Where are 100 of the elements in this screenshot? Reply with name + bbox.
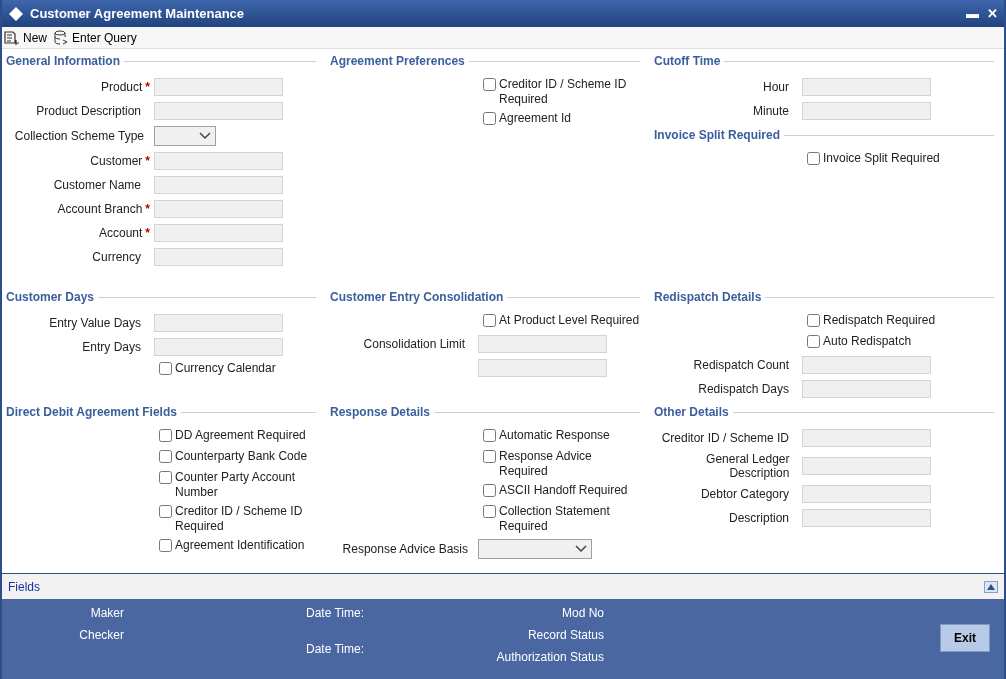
text-field[interactable] bbox=[802, 356, 931, 374]
field-label: Consolidation Limit bbox=[363, 337, 465, 351]
minimize-button[interactable]: ▬ bbox=[966, 7, 979, 20]
field-label: Minute bbox=[752, 104, 789, 118]
field-label: Response Advice Basis bbox=[342, 542, 468, 556]
checkbox[interactable] bbox=[807, 335, 820, 348]
required-asterisk: * bbox=[145, 225, 150, 242]
checkbox[interactable] bbox=[483, 450, 496, 463]
text-field[interactable] bbox=[802, 509, 931, 527]
checkbox[interactable] bbox=[807, 152, 820, 165]
text-field[interactable] bbox=[478, 335, 607, 353]
section-title: General Information bbox=[6, 53, 121, 70]
new-document-icon bbox=[4, 30, 20, 45]
checkbox[interactable] bbox=[159, 429, 172, 442]
section-title: Customer Days bbox=[6, 289, 95, 306]
text-field[interactable] bbox=[154, 102, 283, 120]
dropdown-field[interactable] bbox=[154, 126, 216, 146]
audit-label: Date Time: bbox=[305, 605, 364, 622]
checkbox[interactable] bbox=[159, 362, 172, 375]
text-field[interactable] bbox=[802, 485, 931, 503]
section-title: Customer Entry Consolidation bbox=[330, 289, 504, 306]
required-asterisk: * bbox=[145, 79, 150, 96]
section-title: Cutoff Time bbox=[654, 53, 721, 70]
checkbox-label: Agreement Id bbox=[499, 111, 573, 126]
checkbox[interactable] bbox=[159, 505, 172, 518]
field-label: Entry Days bbox=[82, 340, 141, 354]
field-label: Product Description bbox=[36, 104, 141, 118]
checkbox[interactable] bbox=[159, 539, 172, 552]
required-asterisk: * bbox=[145, 201, 150, 218]
checkbox-label: Automatic Response bbox=[499, 428, 611, 443]
audit-label: Authorization Status bbox=[496, 649, 604, 666]
field-label: General Ledger Description bbox=[705, 452, 790, 480]
field-label: Redispatch Count bbox=[693, 358, 789, 372]
text-field[interactable] bbox=[154, 176, 283, 194]
text-field[interactable] bbox=[154, 200, 283, 218]
collapse-arrow-icon[interactable] bbox=[984, 580, 998, 593]
checkbox[interactable] bbox=[483, 505, 496, 518]
database-icon bbox=[53, 30, 69, 45]
checkbox-label: Counter Party Account Number bbox=[175, 470, 297, 500]
close-button[interactable]: ✕ bbox=[987, 7, 998, 20]
field-label: Customer Name bbox=[53, 178, 141, 192]
checkbox[interactable] bbox=[807, 314, 820, 327]
checkbox-label: DD Agreement Required bbox=[175, 428, 307, 443]
field-label: Entry Value Days bbox=[49, 316, 141, 330]
section-title: Agreement Preferences bbox=[330, 53, 465, 70]
checkbox-label: Collection Statement Required bbox=[499, 504, 611, 534]
checkbox-label: Agreement Identification bbox=[175, 538, 306, 553]
text-field[interactable] bbox=[802, 78, 931, 96]
checkbox-label: ASCII Handoff Required bbox=[499, 483, 629, 498]
checkbox[interactable] bbox=[483, 78, 496, 91]
chevron-down-icon bbox=[199, 132, 211, 140]
checkbox-label: Response Advice Required bbox=[499, 449, 593, 479]
checkbox[interactable] bbox=[483, 112, 496, 125]
field-label: Debtor Category bbox=[700, 487, 789, 501]
audit-label: Mod No bbox=[561, 605, 604, 622]
exit-button[interactable]: Exit bbox=[940, 624, 990, 652]
text-field[interactable] bbox=[154, 78, 283, 96]
section-title: Invoice Split Required bbox=[654, 127, 781, 144]
audit-label: Date Time: bbox=[305, 641, 364, 658]
required-asterisk: * bbox=[145, 153, 150, 170]
text-field[interactable] bbox=[478, 359, 607, 377]
audit-label: Maker bbox=[90, 605, 124, 622]
text-field[interactable] bbox=[154, 338, 283, 356]
audit-label: Record Status bbox=[527, 627, 604, 644]
fields-link[interactable]: Fields bbox=[8, 577, 40, 596]
dropdown-field[interactable] bbox=[478, 539, 592, 559]
window-title: Customer Agreement Maintenance bbox=[30, 4, 246, 23]
section-title: Other Details bbox=[654, 404, 729, 421]
text-field[interactable] bbox=[154, 248, 283, 266]
text-field[interactable] bbox=[802, 457, 931, 475]
text-field[interactable] bbox=[154, 152, 283, 170]
checkbox[interactable] bbox=[159, 450, 172, 463]
field-label: Currency bbox=[92, 250, 141, 264]
checkbox[interactable] bbox=[483, 484, 496, 497]
checkbox-label: Currency Calendar bbox=[175, 361, 277, 376]
checkbox[interactable] bbox=[483, 314, 496, 327]
section-title: Redispatch Details bbox=[654, 289, 762, 306]
checkbox-label: Creditor ID / Scheme ID Required bbox=[499, 77, 628, 107]
field-label: Redispatch Days bbox=[698, 382, 789, 396]
audit-label: Checker bbox=[79, 627, 124, 644]
checkbox[interactable] bbox=[483, 429, 496, 442]
text-field[interactable] bbox=[154, 224, 283, 242]
field-label: Description bbox=[728, 511, 789, 525]
text-field[interactable] bbox=[802, 429, 931, 447]
field-label: Customer bbox=[90, 154, 143, 168]
checkbox[interactable] bbox=[159, 471, 172, 484]
toolbar-button[interactable]: New bbox=[4, 28, 47, 47]
field-label: Account bbox=[98, 226, 143, 240]
field-label: Collection Scheme Type bbox=[14, 129, 144, 143]
checkbox-label: Redispatch Required bbox=[823, 313, 937, 328]
field-label: Product bbox=[100, 80, 143, 94]
field-label: Hour bbox=[763, 80, 789, 94]
text-field[interactable] bbox=[154, 314, 283, 332]
field-label: Account Branch bbox=[57, 202, 143, 216]
section-title: Response Details bbox=[330, 404, 431, 421]
checkbox-label: Auto Redispatch bbox=[823, 334, 913, 349]
text-field[interactable] bbox=[802, 380, 931, 398]
checkbox-label: Creditor ID / Scheme ID Required bbox=[175, 504, 304, 534]
text-field[interactable] bbox=[802, 102, 931, 120]
toolbar-button[interactable]: Enter Query bbox=[53, 28, 137, 47]
